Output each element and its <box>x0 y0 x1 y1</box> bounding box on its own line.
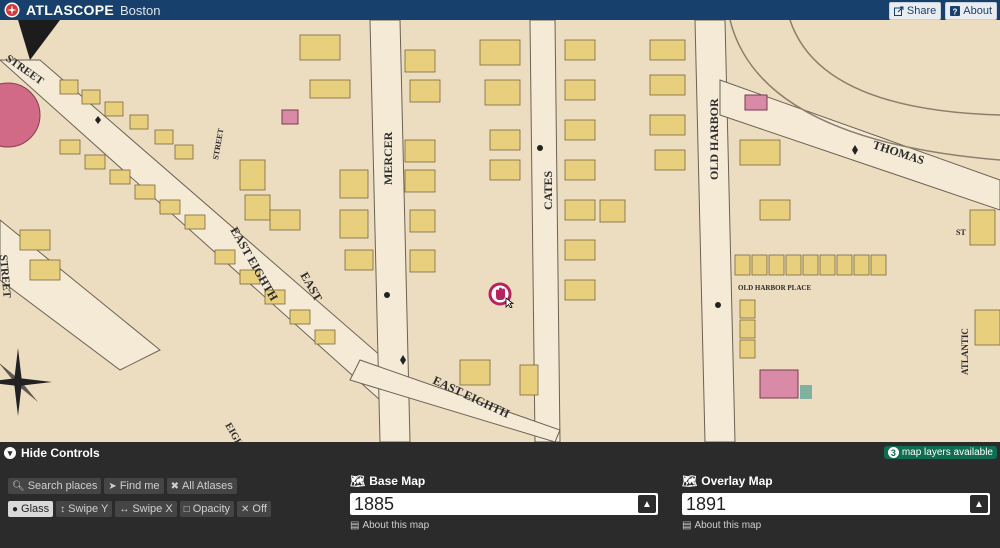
historic-atlas-map[interactable]: STREET STREET STREET MERCER CATES OLD HA… <box>0 20 1000 442</box>
share-button[interactable]: Share <box>888 2 942 20</box>
base-map-select[interactable]: 1885 ▲ <box>350 493 658 515</box>
all-atlases-label: All Atlases <box>181 480 233 492</box>
opacity-label: Opacity <box>192 503 231 515</box>
off-button[interactable]: ✕ Off <box>237 501 271 517</box>
hide-controls-label: Hide Controls <box>21 446 100 460</box>
search-icon: 🔍︎ <box>12 480 25 492</box>
all-atlases-button[interactable]: ✖ All Atlases <box>166 478 237 494</box>
overlay-map-about-link[interactable]: ▤ About this map <box>682 520 990 531</box>
layers-count: 3 <box>887 447 899 458</box>
glass-lens-cursor-icon[interactable] <box>488 282 514 308</box>
base-map-year: 1885 <box>354 493 395 514</box>
street-label: MERCER <box>381 131 395 185</box>
street-label: CATES <box>541 171 555 210</box>
compass-logo-icon <box>4 2 20 18</box>
map-canvas[interactable]: STREET STREET STREET MERCER CATES OLD HA… <box>0 20 1000 442</box>
glass-label: Glass <box>21 503 50 515</box>
search-places-label: Search places <box>27 480 98 492</box>
app-title[interactable]: ATLASCOPE <box>26 2 114 18</box>
controls-panel: ▾ Hide Controls 3 map layers available 🔍… <box>0 442 1000 548</box>
circle-icon: ● <box>12 503 19 515</box>
swipe-y-button[interactable]: ↕ Swipe Y <box>56 501 113 517</box>
x-icon: ✕ <box>241 503 250 515</box>
chevron-up-icon[interactable]: ▲ <box>638 495 656 513</box>
off-label: Off <box>252 503 267 515</box>
svg-text:?: ? <box>953 7 958 16</box>
vertical-arrows-icon: ↕ <box>60 503 66 515</box>
horizontal-arrows-icon: ↔ <box>119 503 130 515</box>
layers-available-badge[interactable]: 3 map layers available <box>883 446 997 459</box>
document-icon: ▤ <box>682 520 692 531</box>
find-me-button[interactable]: ➤ Find me <box>104 478 164 494</box>
map-icon: 🗺︎ <box>682 474 698 488</box>
map-icon: 🗺︎ <box>350 474 366 488</box>
layers-text: map layers available <box>901 447 993 458</box>
base-map-selector: 🗺︎ Base Map 1885 ▲ ▤ About this map <box>350 474 658 531</box>
expand-icon: ✖ <box>170 480 179 492</box>
search-places-button[interactable]: 🔍︎ Search places <box>8 478 102 494</box>
city-name: Boston <box>120 2 161 18</box>
base-map-about-link[interactable]: ▤ About this map <box>350 520 658 531</box>
overlay-map-about-label: About this map <box>694 520 762 531</box>
overlay-map-year: 1891 <box>686 493 727 514</box>
swipe-y-label: Swipe Y <box>68 503 109 515</box>
swipe-x-button[interactable]: ↔ Swipe X <box>115 501 177 517</box>
base-map-title: Base Map <box>369 474 426 488</box>
overlay-map-title: Overlay Map <box>701 474 773 488</box>
document-icon: ▤ <box>350 520 360 531</box>
find-me-label: Find me <box>119 480 160 492</box>
square-icon: □ <box>183 503 190 515</box>
swipe-x-label: Swipe X <box>132 503 173 515</box>
chevron-down-icon: ▾ <box>4 447 16 459</box>
base-map-about-label: About this map <box>362 520 430 531</box>
street-label: ATLANTIC <box>960 328 970 375</box>
street-label: OLD HARBOR <box>707 98 721 180</box>
share-label: Share <box>906 5 937 17</box>
overlay-map-selector: 🗺︎ Overlay Map 1891 ▲ ▤ About this map <box>682 474 990 531</box>
chevron-up-icon[interactable]: ▲ <box>970 495 988 513</box>
overlay-map-select[interactable]: 1891 ▲ <box>682 493 990 515</box>
question-icon: ? <box>950 6 961 16</box>
share-icon <box>893 6 904 16</box>
about-label: About <box>963 5 992 17</box>
street-label: OLD HARBOR PLACE <box>738 284 811 292</box>
top-bar: ATLASCOPE Boston Share ? About <box>0 0 1000 20</box>
street-label: ST <box>956 228 966 237</box>
location-arrow-icon: ➤ <box>108 480 117 492</box>
opacity-button[interactable]: □ Opacity <box>179 501 235 517</box>
glass-mode-button[interactable]: ● Glass <box>8 501 54 517</box>
about-button[interactable]: ? About <box>945 2 997 20</box>
hide-controls-toggle[interactable]: ▾ Hide Controls <box>4 446 100 460</box>
